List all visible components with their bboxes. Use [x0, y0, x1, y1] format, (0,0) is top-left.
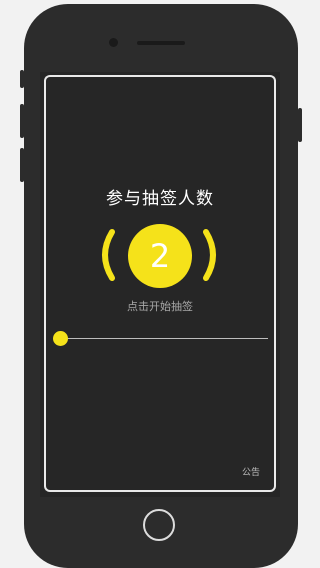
left-arc-icon: [102, 229, 115, 281]
frame-corner-bottom-left: [44, 474, 62, 492]
participant-count-title: 参与抽签人数: [106, 189, 214, 209]
right-arc-icon: [203, 229, 216, 281]
notice-link[interactable]: 公告: [242, 465, 272, 479]
frame-bottom-line: [62, 490, 258, 492]
home-button[interactable]: [143, 509, 175, 541]
earpiece-speaker: [137, 41, 185, 45]
start-draw-hint[interactable]: 点击开始抽签: [40, 298, 280, 316]
front-camera: [109, 38, 118, 47]
stage: 参与抽签人数 2 点击开始抽签 公告: [0, 0, 320, 568]
frame-corner-top-left: [44, 75, 62, 93]
frame-left-line: [44, 93, 46, 474]
frame-top-line: [62, 75, 258, 77]
frame-corner-top-right: [258, 75, 276, 93]
count-slider-track[interactable]: [60, 338, 268, 339]
frame-right-line: [274, 93, 276, 474]
count-slider-thumb[interactable]: [52, 331, 68, 346]
power-button: [298, 108, 302, 142]
participant-count-value: 2: [149, 237, 171, 275]
